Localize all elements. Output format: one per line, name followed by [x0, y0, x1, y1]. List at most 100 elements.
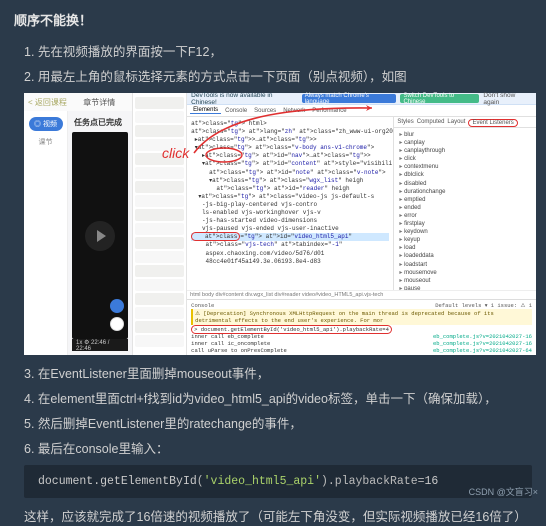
side-tab-computed[interactable]: Computed	[417, 119, 445, 127]
dom-line[interactable]: ▾at">class="tg"> at">id="content" at">st…	[191, 160, 389, 168]
dom-line[interactable]: at">class="tg"> at">id="reader" heigh	[191, 185, 389, 193]
step-6: 6. 最后在console里输入：	[24, 438, 532, 457]
dom-line[interactable]: ▾at">class="tg"> at">class="v-body ans-v…	[191, 144, 389, 152]
event-load[interactable]: load	[399, 244, 531, 252]
event-mousemove[interactable]: mousemove	[399, 269, 531, 277]
event-blur[interactable]: blur	[399, 131, 531, 139]
task-complete-label: 任务点已完成	[74, 117, 128, 128]
dom-line[interactable]: at">class="vjs-tech" at">tabindex="-1"	[191, 241, 389, 249]
console-line: inner call eb_completeeb_complete.js?v=2…	[191, 333, 532, 340]
list-item[interactable]	[135, 181, 185, 193]
side-tabs: Styles Computed Layout Event Listeners	[394, 117, 536, 128]
dom-line[interactable]: -js-has-started video-dimensions	[191, 217, 389, 225]
side-tab-layout[interactable]: Layout	[447, 119, 465, 127]
section-heading: 顺序不能换！	[14, 10, 532, 29]
event-contextmenu[interactable]: contextmenu	[399, 163, 531, 171]
side-tab-event-listeners[interactable]: Event Listeners	[468, 119, 517, 127]
event-durationchange[interactable]: durationchange	[399, 188, 531, 196]
dom-line[interactable]: at">class="tg"> at">id="note" at">class=…	[191, 169, 389, 177]
code-fn: getElementById	[100, 475, 197, 488]
tab-performance[interactable]: Performance	[309, 108, 349, 114]
list-item[interactable]	[135, 97, 185, 109]
console-panel[interactable]: Console Default levels ▾ 1 issue: ⚠ 1 ⚠ …	[187, 299, 536, 355]
event-canplay[interactable]: canplay	[399, 139, 531, 147]
player-pane: < 返回课程 章节详情 ◎ 视频 课节 任务点已完成 1x ⚙ 22:46 / …	[24, 93, 133, 355]
chat-bubble-icon[interactable]	[110, 299, 124, 313]
banner-match-button[interactable]: Always match Chrome's language	[302, 94, 397, 103]
event-keydown[interactable]: keydown	[399, 228, 531, 236]
list-item[interactable]	[135, 167, 185, 179]
dom-line[interactable]: 48cc4e01f45a149.3e.06193.8e4-d83	[191, 258, 389, 266]
dom-line[interactable]: at">class="tg"> at">id="video_html5_api"	[191, 233, 389, 241]
tab-console[interactable]: Console	[222, 108, 250, 114]
list-item[interactable]	[135, 125, 185, 137]
tab-elements[interactable]: Elements	[190, 107, 221, 114]
code-rp: ).playbackRate=	[321, 475, 425, 488]
code-val: 16	[425, 475, 439, 488]
list-item[interactable]	[135, 279, 185, 291]
list-item[interactable]	[135, 139, 185, 151]
console-input-line[interactable]: > document.getElementById('video_html5_a…	[191, 326, 532, 333]
list-item[interactable]	[135, 237, 185, 249]
dom-line[interactable]: ▸at">class="tg">>…at">class="tg">>	[191, 136, 389, 144]
dom-line[interactable]: at">class="tg"> at">lang="zh" at">class=…	[191, 128, 389, 136]
tab-sources[interactable]: Sources	[251, 108, 279, 114]
dom-line[interactable]: -js-big-play-centered vjs-contro	[191, 201, 389, 209]
list-item[interactable]	[135, 251, 185, 263]
step-1: 1. 先在视频播放的界面按一下F12，	[24, 41, 532, 60]
devtools-side-panel: Styles Computed Layout Event Listeners b…	[394, 117, 536, 290]
list-item[interactable]	[135, 195, 185, 207]
video-area[interactable]	[72, 132, 128, 339]
devtools-language-banner: DevTools is now available in Chinese! Al…	[187, 93, 536, 105]
list-item[interactable]	[135, 307, 185, 319]
player-title: 章节详情	[83, 97, 115, 108]
list-item[interactable]	[135, 321, 185, 333]
code-block: document.getElementById('video_html5_api…	[24, 465, 532, 498]
list-item[interactable]	[135, 111, 185, 123]
assist-icon[interactable]	[110, 317, 124, 331]
side-tab-styles[interactable]: Styles	[397, 119, 413, 127]
console-filter-levels[interactable]: Default levels ▾ 1 issue: ⚠ 1	[435, 302, 532, 309]
dom-breadcrumb[interactable]: html body div#content div.wgx_list div#r…	[187, 290, 536, 299]
list-item[interactable]	[135, 293, 185, 305]
event-click[interactable]: click	[399, 155, 531, 163]
devtools-pane: DevTools is now available in Chinese! Al…	[187, 93, 536, 355]
dom-line[interactable]: ls-enabled vjs-workinghover vjs-v	[191, 209, 389, 217]
player-sidebar: ◎ 视频 课节	[24, 111, 68, 355]
console-tab-label: Console	[191, 302, 214, 309]
list-item[interactable]	[135, 223, 185, 235]
console-line: inner call ic_oncompleteeb_complete.js?v…	[191, 340, 532, 347]
event-keyup[interactable]: keyup	[399, 236, 531, 244]
player-top-bar: < 返回课程 章节详情	[24, 93, 132, 111]
dom-line[interactable]: at">class="tg"> html>	[191, 120, 389, 128]
list-item[interactable]	[135, 209, 185, 221]
event-loadeddata[interactable]: loadeddata	[399, 252, 531, 260]
banner-switch-button[interactable]: Switch DevTools to Chinese	[400, 94, 479, 103]
tab-network[interactable]: Network	[280, 108, 308, 114]
event-disabled[interactable]: disabled	[399, 180, 531, 188]
dom-line[interactable]: aspex.chaoxing.com/video/5d76/d01	[191, 250, 389, 258]
devtools-tabs: Elements Console Sources Network Perform…	[187, 105, 536, 117]
list-item[interactable]	[135, 153, 185, 165]
event-ended[interactable]: ended	[399, 204, 531, 212]
screenshot-figure: < 返回课程 章节详情 ◎ 视频 课节 任务点已完成 1x ⚙ 22:46 / …	[24, 93, 536, 355]
event-emptied[interactable]: emptied	[399, 196, 531, 204]
dom-tree[interactable]: at">class="tg"> html>at">class="tg"> at"…	[187, 117, 394, 290]
event-mouseout[interactable]: mouseout	[399, 277, 531, 285]
play-icon[interactable]	[85, 221, 115, 251]
dom-line[interactable]: ▸at">class="tg"> at">id="nav">…at">class…	[191, 152, 389, 160]
dom-line[interactable]: ▾at">class="tg"> at">class="wgx_list" he…	[191, 177, 389, 185]
list-item[interactable]	[135, 335, 185, 347]
event-error[interactable]: error	[399, 212, 531, 220]
sidebar-video-button[interactable]: ◎ 视频	[29, 117, 63, 131]
dom-line[interactable]: ▾at">class="tg"> at">class="video-js js-…	[191, 193, 389, 201]
event-dblclick[interactable]: dblclick	[399, 171, 531, 179]
list-item[interactable]	[135, 265, 185, 277]
back-link[interactable]: < 返回课程	[28, 97, 67, 108]
event-firstplay[interactable]: firstplay	[399, 220, 531, 228]
event-listeners-list[interactable]: blurcanplaycanplaythroughclickcontextmen…	[394, 128, 536, 290]
event-loadstart[interactable]: loadstart	[399, 261, 531, 269]
video-controls[interactable]: 1x ⚙ 22:46 / 22:46	[72, 339, 128, 351]
event-canplaythrough[interactable]: canplaythrough	[399, 147, 531, 155]
banner-dismiss[interactable]: Don't show again	[483, 92, 532, 106]
